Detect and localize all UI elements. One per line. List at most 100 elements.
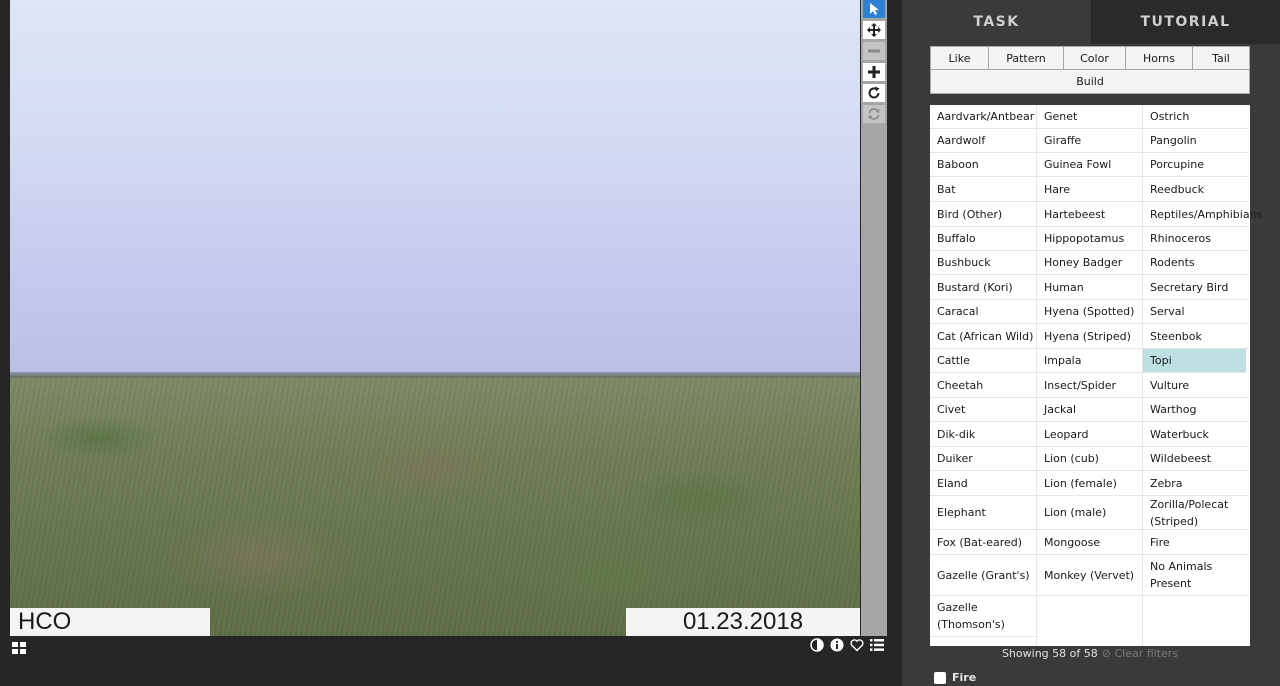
species-option-warthog[interactable]: Warthog <box>1143 398 1248 422</box>
species-option-impala[interactable]: Impala <box>1037 349 1142 373</box>
species-option-eland[interactable]: Eland <box>930 471 1036 496</box>
species-option-dik-dik[interactable]: Dik-dik <box>930 422 1036 447</box>
species-option-no-animals-present[interactable]: No Animals Present <box>1143 555 1248 596</box>
photo-grassland <box>10 378 860 636</box>
fire-checkbox-row[interactable]: Fire <box>934 671 976 684</box>
species-option-gazelle-grant-s[interactable]: Gazelle (Grant's) <box>930 555 1036 596</box>
species-option-giraffe[interactable]: Giraffe <box>1037 129 1142 153</box>
species-option-aardvark-antbear[interactable]: Aardvark/Antbear <box>930 105 1036 129</box>
subject-image-viewer[interactable]: HCO ScoutGuard 01.23.2018 19:08:19 <box>10 0 860 636</box>
move-icon <box>867 23 881 37</box>
filter-pattern-button[interactable]: Pattern <box>989 46 1064 70</box>
frame-grid-icon[interactable] <box>12 639 26 654</box>
species-option-steenbok[interactable]: Steenbok <box>1143 324 1248 349</box>
species-option-bat[interactable]: Bat <box>930 177 1036 202</box>
info-icon[interactable] <box>830 638 844 652</box>
species-option-hippopotamus[interactable]: Hippopotamus <box>1037 227 1142 251</box>
clear-filters-link[interactable]: ⊘ Clear filters <box>1102 647 1178 660</box>
photo-timestamp: 01.23.2018 19:08:19 <box>626 608 860 636</box>
species-option-zebra[interactable]: Zebra <box>1143 471 1248 496</box>
rotate-button[interactable] <box>863 84 885 102</box>
species-option-elephant[interactable]: Elephant <box>930 496 1036 530</box>
species-option-bustard-kori[interactable]: Bustard (Kori) <box>930 275 1036 300</box>
species-column-3: Ostrich Pangolin Porcupine Reedbuck Reptiles… <box>1142 105 1262 646</box>
pointer-icon <box>870 3 879 15</box>
species-option-monkey-vervet[interactable]: Monkey (Vervet) <box>1037 555 1142 596</box>
species-option-bird-other[interactable]: Bird (Other) <box>930 202 1036 227</box>
species-option-hyena-spotted[interactable]: Hyena (Spotted) <box>1037 300 1142 324</box>
species-option-buffalo[interactable]: Buffalo <box>930 227 1036 251</box>
species-option-vulture[interactable]: Vulture <box>1143 373 1248 398</box>
species-option-aardwolf[interactable]: Aardwolf <box>930 129 1036 153</box>
species-option-cat-african-wild[interactable]: Cat (African Wild) <box>930 324 1036 349</box>
species-option-reedbuck[interactable]: Reedbuck <box>1143 177 1248 202</box>
species-column-2: Genet Giraffe Guinea Fowl Hare Hartebeest Hip… <box>1036 105 1142 646</box>
reset-view-button[interactable] <box>863 105 885 123</box>
camera-trap-photo <box>10 0 860 636</box>
species-option-genet[interactable]: Genet <box>1037 105 1142 129</box>
species-option-baboon[interactable]: Baboon <box>930 153 1036 177</box>
species-option-mongoose[interactable]: Mongoose <box>1037 530 1142 555</box>
fire-checkbox[interactable] <box>934 671 946 684</box>
species-option-cattle[interactable]: Cattle <box>930 349 1036 373</box>
species-option-lion-female[interactable]: Lion (female) <box>1037 471 1142 496</box>
species-column-1: Aardvark/Antbear Aardwolf Baboon Bat Bird (O… <box>930 105 1036 646</box>
invert-contrast-icon[interactable] <box>810 638 824 652</box>
pointer-tool-button[interactable] <box>863 0 885 18</box>
species-option-fire[interactable]: Fire <box>1143 530 1248 555</box>
zoom-in-button[interactable] <box>863 63 885 81</box>
zoom-out-icon <box>868 49 880 53</box>
species-option-caracal[interactable]: Caracal <box>930 300 1036 324</box>
species-option-leopard[interactable]: Leopard <box>1037 422 1142 447</box>
camera-label: HCO ScoutGuard <box>10 608 210 636</box>
clear-filters-icon: ⊘ <box>1101 647 1111 660</box>
favorite-heart-icon[interactable] <box>850 638 864 652</box>
move-tool-button[interactable] <box>863 21 885 39</box>
species-option-insect-spider[interactable]: Insect/Spider <box>1037 373 1142 398</box>
species-option-honey-badger[interactable]: Honey Badger <box>1037 251 1142 275</box>
species-option-zorilla-polecat-striped[interactable]: Zorilla/Polecat (Striped) <box>1143 496 1248 530</box>
species-option-wildebeest[interactable]: Wildebeest <box>1143 447 1248 471</box>
species-option-lion-male[interactable]: Lion (male) <box>1037 496 1142 530</box>
species-option-guinea-fowl[interactable]: Guinea Fowl <box>1037 153 1142 177</box>
tab-task[interactable]: TASK <box>902 0 1091 44</box>
classification-panel: TASK TUTORIAL Like Pattern Color Horns T… <box>902 0 1280 686</box>
species-option-ostrich[interactable]: Ostrich <box>1143 105 1248 129</box>
photo-sky <box>10 0 860 376</box>
species-option-rodents[interactable]: Rodents <box>1143 251 1248 275</box>
species-option-bushbuck[interactable]: Bushbuck <box>930 251 1036 275</box>
filter-color-button[interactable]: Color <box>1064 46 1126 70</box>
species-option-cheetah[interactable]: Cheetah <box>930 373 1036 398</box>
species-option-human[interactable]: Human <box>1037 275 1142 300</box>
filter-build-button[interactable]: Build <box>930 70 1250 94</box>
species-count-status: Showing 58 of 58 ⊘ Clear filters <box>930 647 1250 660</box>
species-option-reptiles-amphibians[interactable]: Reptiles/Amphibians <box>1143 202 1262 227</box>
species-option-hare[interactable]: Hare <box>1037 177 1142 202</box>
species-option-serval[interactable]: Serval <box>1143 300 1248 324</box>
species-option-waterbuck[interactable]: Waterbuck <box>1143 422 1248 447</box>
species-option-porcupine[interactable]: Porcupine <box>1143 153 1248 177</box>
species-option-jackal[interactable]: Jackal <box>1037 398 1142 422</box>
species-option-lion-cub[interactable]: Lion (cub) <box>1037 447 1142 471</box>
filter-tail-button[interactable]: Tail <box>1193 46 1250 70</box>
viewer-actions <box>810 638 884 654</box>
filter-like-button[interactable]: Like <box>930 46 989 70</box>
species-option-pangolin[interactable]: Pangolin <box>1143 129 1248 153</box>
species-option-fox-bat-eared[interactable]: Fox (Bat-eared) <box>930 530 1036 555</box>
species-option-gazelle-thomson-s[interactable]: Gazelle (Thomson's) <box>930 596 1036 637</box>
tab-tutorial[interactable]: TUTORIAL <box>1091 0 1280 44</box>
zoom-out-button[interactable] <box>863 42 885 60</box>
filter-horns-button[interactable]: Horns <box>1126 46 1193 70</box>
species-option-secretary-bird[interactable]: Secretary Bird <box>1143 275 1248 300</box>
species-option-hartebeest[interactable]: Hartebeest <box>1037 202 1142 227</box>
collections-list-icon[interactable] <box>870 638 884 652</box>
clear-filters-label: Clear filters <box>1114 647 1179 660</box>
species-option-hyena-striped[interactable]: Hyena (Striped) <box>1037 324 1142 349</box>
species-grid: Aardvark/Antbear Aardwolf Baboon Bat Bird (O… <box>930 105 1262 646</box>
showing-count: Showing 58 of 58 <box>1001 647 1098 660</box>
species-option-rhinoceros[interactable]: Rhinoceros <box>1143 227 1248 251</box>
species-option-civet[interactable]: Civet <box>930 398 1036 422</box>
species-option-topi[interactable]: Topi <box>1143 349 1246 373</box>
viewer-toolbar <box>861 0 887 636</box>
species-option-duiker[interactable]: Duiker <box>930 447 1036 471</box>
